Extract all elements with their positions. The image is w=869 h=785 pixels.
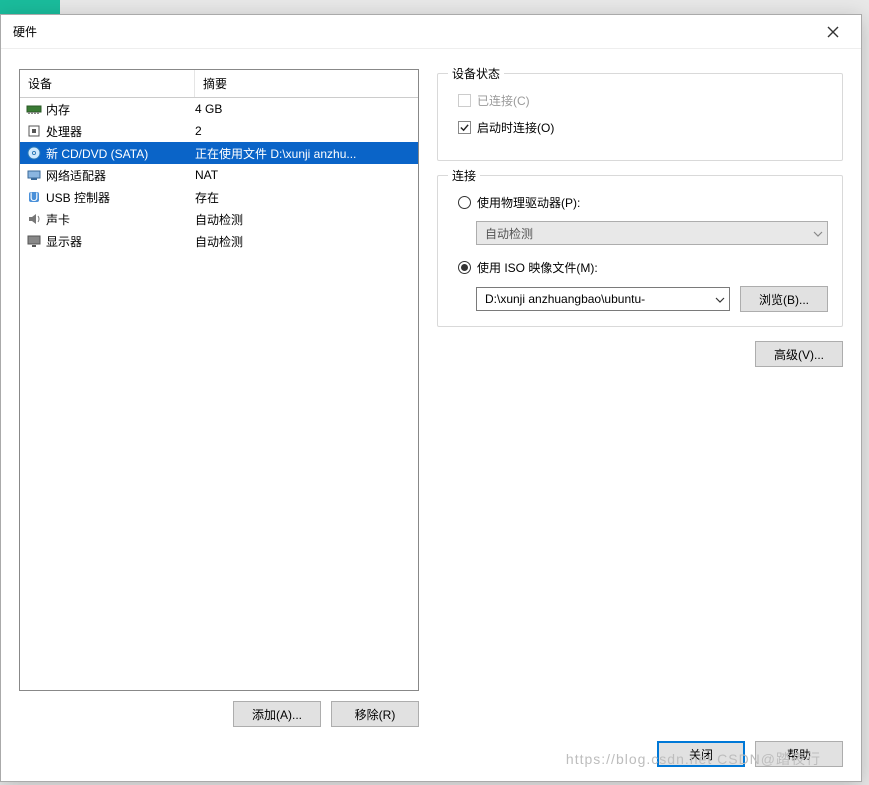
device-name: 显示器 <box>44 233 195 250</box>
device-name: 声卡 <box>44 211 195 228</box>
advanced-button[interactable]: 高级(V)... <box>755 341 843 367</box>
device-summary: 自动检测 <box>195 211 418 228</box>
physical-drive-radio[interactable] <box>458 196 471 209</box>
device-name: 网络适配器 <box>44 167 195 184</box>
connection-group: 连接 使用物理驱动器(P): 自动检测 使用 ISO 映像文件(M): <box>437 175 843 327</box>
device-row[interactable]: 内存4 GB <box>20 98 418 120</box>
device-row[interactable]: 处理器2 <box>20 120 418 142</box>
device-name: 处理器 <box>44 123 195 140</box>
close-button[interactable] <box>811 17 855 47</box>
cpu-icon <box>24 123 44 139</box>
device-summary: 自动检测 <box>195 233 418 250</box>
connect-on-power-checkbox[interactable] <box>458 121 471 134</box>
device-row[interactable]: U USB 控制器存在 <box>20 186 418 208</box>
iso-radio-row[interactable]: 使用 ISO 映像文件(M): <box>458 259 828 276</box>
chevron-down-icon <box>813 226 823 240</box>
monitor-icon <box>24 233 44 249</box>
connected-checkbox <box>458 94 471 107</box>
remove-button[interactable]: 移除(R) <box>331 701 419 727</box>
dialog-title: 硬件 <box>13 23 811 40</box>
connection-legend: 连接 <box>448 167 480 184</box>
status-legend: 设备状态 <box>448 65 504 82</box>
cd-icon <box>24 145 44 161</box>
browse-button[interactable]: 浏览(B)... <box>740 286 828 312</box>
connect-on-power-row[interactable]: 启动时连接(O) <box>458 119 828 136</box>
device-row[interactable]: 声卡自动检测 <box>20 208 418 230</box>
close-icon <box>827 26 839 38</box>
device-summary: 2 <box>195 124 418 138</box>
titlebar: 硬件 <box>1 15 861 49</box>
connect-on-power-label: 启动时连接(O) <box>477 119 554 136</box>
device-name: 新 CD/DVD (SATA) <box>44 145 195 162</box>
sound-icon <box>24 211 44 227</box>
help-button[interactable]: 帮助 <box>755 741 843 767</box>
iso-path-dropdown[interactable]: D:\xunji anzhuangbao\ubuntu- <box>476 287 730 311</box>
device-name: USB 控制器 <box>44 189 195 206</box>
device-row[interactable]: 新 CD/DVD (SATA)正在使用文件 D:\xunji anzhu... <box>20 142 418 164</box>
device-summary: NAT <box>195 168 418 182</box>
physical-drive-label: 使用物理驱动器(P): <box>477 194 580 211</box>
device-list-header: 设备 摘要 <box>20 70 418 98</box>
device-row[interactable]: 网络适配器NAT <box>20 164 418 186</box>
iso-path-value: D:\xunji anzhuangbao\ubuntu- <box>485 292 645 306</box>
device-list: 设备 摘要 内存4 GB处理器2新 CD/DVD (SATA)正在使用文件 D:… <box>19 69 419 691</box>
hardware-dialog: 硬件 设备 摘要 内存4 GB处理器2新 CD/DVD (SATA)正在使用文件… <box>0 14 862 782</box>
device-name: 内存 <box>44 101 195 118</box>
physical-drive-radio-row[interactable]: 使用物理驱动器(P): <box>458 194 828 211</box>
device-summary: 4 GB <box>195 102 418 116</box>
connected-checkbox-row[interactable]: 已连接(C) <box>458 92 828 109</box>
col-summary[interactable]: 摘要 <box>195 70 418 97</box>
left-panel: 设备 摘要 内存4 GB处理器2新 CD/DVD (SATA)正在使用文件 D:… <box>19 69 419 727</box>
physical-drive-dropdown: 自动检测 <box>476 221 828 245</box>
device-summary: 存在 <box>195 189 418 206</box>
iso-label: 使用 ISO 映像文件(M): <box>477 259 598 276</box>
dialog-footer: 关闭 帮助 <box>1 727 861 781</box>
close-dialog-button[interactable]: 关闭 <box>657 741 745 767</box>
check-icon <box>460 123 469 132</box>
connected-label: 已连接(C) <box>477 92 530 109</box>
iso-radio[interactable] <box>458 261 471 274</box>
nic-icon <box>24 167 44 183</box>
device-summary: 正在使用文件 D:\xunji anzhu... <box>195 145 418 162</box>
svg-text:U: U <box>30 190 39 204</box>
right-panel: 设备状态 已连接(C) 启动时连接(O) 连接 使用物理驱动器(P): <box>437 69 843 727</box>
col-device[interactable]: 设备 <box>20 70 195 97</box>
memory-icon <box>24 101 44 117</box>
usb-icon: U <box>24 189 44 205</box>
add-button[interactable]: 添加(A)... <box>233 701 321 727</box>
device-status-group: 设备状态 已连接(C) 启动时连接(O) <box>437 73 843 161</box>
device-row[interactable]: 显示器自动检测 <box>20 230 418 252</box>
chevron-down-icon <box>715 292 725 306</box>
radio-dot-icon <box>461 264 468 271</box>
physical-drive-value: 自动检测 <box>485 225 533 242</box>
